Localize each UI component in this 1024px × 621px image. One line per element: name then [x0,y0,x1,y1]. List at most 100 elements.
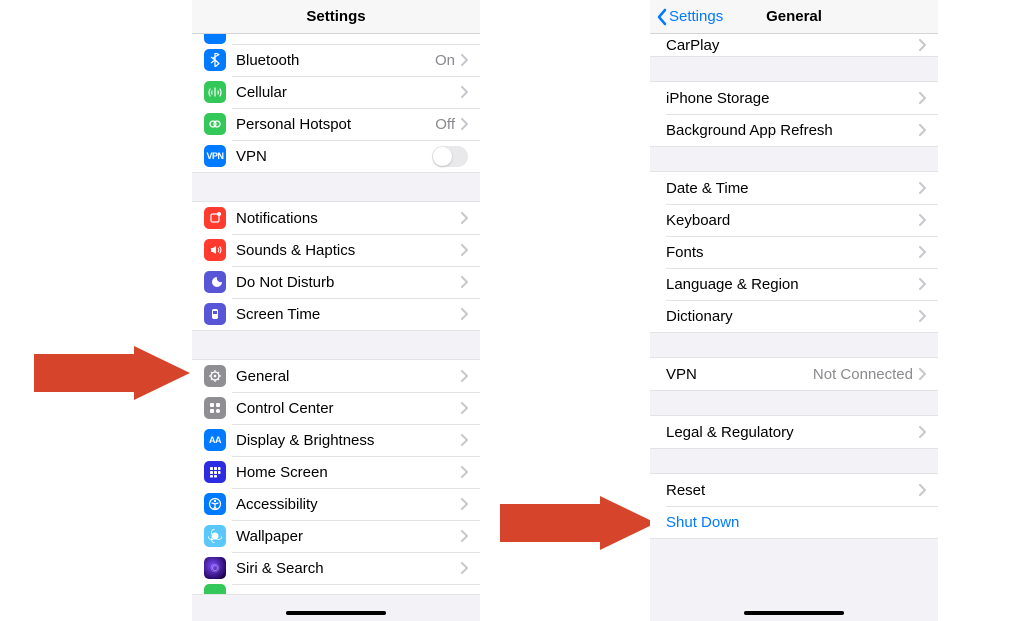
row-controlcenter[interactable]: Control Center [192,392,480,424]
row-accessibility[interactable]: Accessibility [192,488,480,520]
row-dnd[interactable]: Do Not Disturb [192,266,480,298]
chevron-right-icon [461,118,468,130]
notifications-icon [204,207,226,229]
row-homescreen[interactable]: Home Screen [192,456,480,488]
dnd-icon [204,271,226,293]
section-gap [192,331,480,359]
row-label: Personal Hotspot [236,116,435,133]
section-gap [650,333,938,357]
row-label: VPN [236,148,432,165]
chevron-left-icon [656,8,667,26]
row-label: Siri & Search [236,560,461,577]
row-label: Do Not Disturb [236,274,461,291]
section-gap [650,147,938,171]
row-bluetooth[interactable]: Bluetooth On [192,44,480,76]
row-reset[interactable]: Reset [650,474,938,506]
row-hotspot[interactable]: Personal Hotspot Off [192,108,480,140]
row-label: Wallpaper [236,528,461,545]
chevron-right-icon [919,214,926,226]
chevron-right-icon [461,244,468,256]
controlcenter-icon [204,397,226,419]
chevron-right-icon [461,276,468,288]
row-bgrefresh[interactable]: Background App Refresh [650,114,938,146]
general-screen: Settings General CarPlay iPhone Storage … [650,0,938,621]
row-partial-bottom[interactable] [192,584,480,594]
home-indicator[interactable] [286,611,386,615]
section-gap [192,173,480,201]
row-label: Background App Refresh [666,122,919,139]
general-group-carplay: CarPlay [650,34,938,57]
vpn-toggle[interactable] [432,146,468,167]
section-gap [650,449,938,473]
nav-bar: Settings [192,0,480,34]
row-cellular[interactable]: Cellular [192,76,480,108]
hotspot-icon [204,113,226,135]
row-wallpaper[interactable]: Wallpaper [192,520,480,552]
row-siri[interactable]: Siri & Search [192,552,480,584]
chevron-right-icon [461,466,468,478]
cellular-icon [204,81,226,103]
chevron-right-icon [919,310,926,322]
row-label: CarPlay [666,37,919,54]
settings-screen: Settings Bluetooth On Cellular Perso [192,0,480,621]
row-legal[interactable]: Legal & Regulatory [650,416,938,448]
chevron-right-icon [461,402,468,414]
row-label: Keyboard [666,212,919,229]
accessibility-icon [204,493,226,515]
row-label: Fonts [666,244,919,261]
row-keyboard[interactable]: Keyboard [650,204,938,236]
settings-group-system: General Control Center AA Display & Brig… [192,359,480,595]
sounds-icon [204,239,226,261]
settings-group-notifications: Notifications Sounds & Haptics Do Not Di… [192,201,480,331]
row-label: Notifications [236,210,461,227]
row-shutdown[interactable]: Shut Down [650,506,938,538]
chevron-right-icon [919,426,926,438]
chevron-right-icon [919,246,926,258]
row-detail: Off [435,116,455,133]
chevron-right-icon [461,212,468,224]
row-display[interactable]: AA Display & Brightness [192,424,480,456]
row-notifications[interactable]: Notifications [192,202,480,234]
siri-icon [204,557,226,579]
row-fonts[interactable]: Fonts [650,236,938,268]
general-group-input: Date & Time Keyboard Fonts Language & Re… [650,171,938,333]
row-datetime[interactable]: Date & Time [650,172,938,204]
row-vpn[interactable]: VPN VPN [192,140,480,172]
back-label: Settings [669,8,723,25]
row-language[interactable]: Language & Region [650,268,938,300]
vpn-icon: VPN [204,145,226,167]
row-carplay[interactable]: CarPlay [650,34,938,56]
nav-title: Settings [192,8,480,25]
chevron-right-icon [461,86,468,98]
chevron-right-icon [461,370,468,382]
arrow-annotation-right [500,496,650,546]
bluetooth-icon [204,49,226,71]
chevron-right-icon [919,368,926,380]
row-label: iPhone Storage [666,90,919,107]
row-label: Reset [666,482,919,499]
row-storage[interactable]: iPhone Storage [650,82,938,114]
home-indicator[interactable] [744,611,844,615]
back-button[interactable]: Settings [650,8,723,26]
app-icon [204,34,226,44]
settings-group-connectivity: Bluetooth On Cellular Personal Hotspot O… [192,34,480,173]
row-dictionary[interactable]: Dictionary [650,300,938,332]
row-screentime[interactable]: Screen Time [192,298,480,330]
chevron-right-icon [461,562,468,574]
chevron-right-icon [919,92,926,104]
row-label: Dictionary [666,308,919,325]
row-label: Legal & Regulatory [666,424,919,441]
chevron-right-icon [919,484,926,496]
chevron-right-icon [461,498,468,510]
general-group-vpn: VPN Not Connected [650,357,938,391]
row-partial[interactable] [192,34,480,44]
row-label: Language & Region [666,276,919,293]
row-vpn[interactable]: VPN Not Connected [650,358,938,390]
row-label: Home Screen [236,464,461,481]
row-sounds[interactable]: Sounds & Haptics [192,234,480,266]
chevron-right-icon [461,54,468,66]
row-general[interactable]: General [192,360,480,392]
row-label: Display & Brightness [236,432,461,449]
general-group-legal: Legal & Regulatory [650,415,938,449]
chevron-right-icon [919,124,926,136]
